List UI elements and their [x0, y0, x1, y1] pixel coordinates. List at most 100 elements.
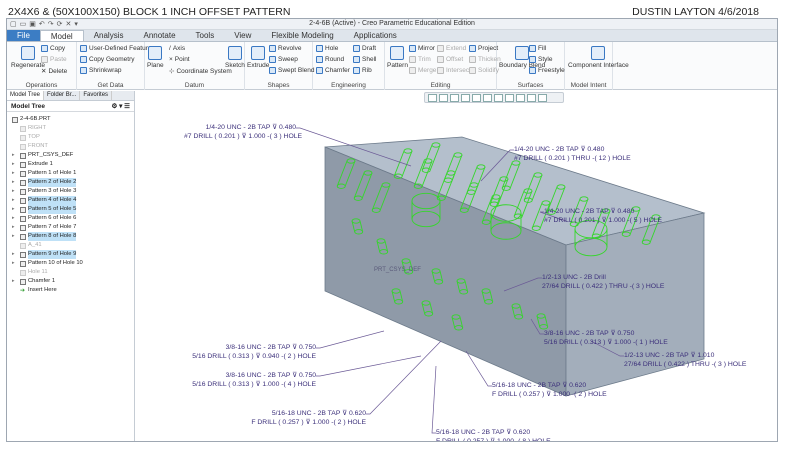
tab-applications[interactable]: Applications	[344, 30, 407, 41]
copy-geometry-button[interactable]: Copy Geometry	[80, 56, 135, 63]
expand-arrow-icon[interactable]: ▸	[12, 205, 18, 214]
expand-arrow-icon[interactable]: ▸	[12, 178, 18, 187]
extend-button[interactable]: Extend	[437, 45, 466, 52]
perspective-icon[interactable]	[505, 94, 514, 102]
expand-arrow-icon[interactable]: ▸	[12, 259, 18, 268]
hole-callout[interactable]: 5/16-18 UNC - 2B TAP ⊽ 0.620 F DRILL ( 0.…	[492, 381, 612, 399]
zoom-out-icon[interactable]	[450, 94, 459, 102]
fill-button[interactable]: Fill	[529, 45, 546, 52]
tab-tools[interactable]: Tools	[186, 30, 225, 41]
tree-settings-icons[interactable]: ⚙ ▾ ☰	[111, 102, 130, 110]
group-label-engineering[interactable]: Engineering	[313, 82, 384, 89]
thicken-button[interactable]: Thicken	[469, 56, 501, 63]
tab-favorites[interactable]: Favorites	[80, 91, 113, 100]
mirror-button[interactable]: Mirror	[409, 45, 435, 52]
tree-item[interactable]: ▸ Pattern 1 of Hole 1	[7, 169, 134, 178]
display-style-icon[interactable]	[472, 94, 481, 102]
extrude-button[interactable]: Extrude	[247, 46, 269, 69]
hole-button[interactable]: Hole	[316, 45, 338, 52]
spin-center-icon[interactable]	[538, 94, 547, 102]
point-button[interactable]: × Point	[169, 56, 190, 63]
expand-arrow-icon[interactable]: ▸	[12, 277, 18, 286]
tree-item[interactable]: ▸ Pattern 2 of Hole 2	[7, 178, 134, 187]
expand-arrow-icon[interactable]: ▸	[12, 223, 18, 232]
trim-button[interactable]: Trim	[409, 56, 431, 63]
paste-button[interactable]: Paste	[41, 56, 67, 63]
group-label-get-data[interactable]: Get Data	[77, 82, 144, 89]
tab-folder-browser[interactable]: Folder Br...	[44, 91, 81, 100]
tree-item[interactable]: 2-4-6B.PRT	[7, 115, 134, 124]
part-model-view[interactable]: PRT_CSYS_DEF	[136, 91, 778, 442]
expand-arrow-icon[interactable]: ▸	[12, 160, 18, 169]
graphics-area[interactable]: PRT_CSYS_DEF 1/4-20 UNC - 2B TAP ⊽ 0.480…	[136, 91, 778, 442]
refit-icon[interactable]	[428, 94, 437, 102]
draft-button[interactable]: Draft	[353, 45, 376, 52]
revolve-button[interactable]: Revolve	[269, 45, 301, 52]
tree-item[interactable]: ▸ PRT_CSYS_DEF	[7, 151, 134, 160]
group-label-editing[interactable]: Editing	[385, 82, 496, 89]
freestyle-button[interactable]: Freestyle	[529, 67, 565, 74]
offset-button[interactable]: Offset	[437, 56, 463, 63]
sweep-button[interactable]: Sweep	[269, 56, 298, 63]
axis-button[interactable]: / Axis	[169, 45, 185, 52]
tree-item[interactable]: ➔ Insert Here	[7, 286, 134, 295]
style-button[interactable]: Style	[529, 56, 552, 63]
rib-button[interactable]: Rib	[353, 67, 372, 74]
datum-display-icon[interactable]	[516, 94, 525, 102]
expand-arrow-icon[interactable]: ▸	[12, 187, 18, 196]
chamfer-button[interactable]: Chamfer	[316, 67, 350, 74]
hole-callout[interactable]: 1/2-13 UNC - 2B Drill 27/64 DRILL ( 0.422…	[542, 273, 664, 291]
round-button[interactable]: Round	[316, 56, 344, 63]
expand-arrow-icon[interactable]: ▸	[12, 169, 18, 178]
tab-view[interactable]: View	[224, 30, 261, 41]
shell-button[interactable]: Shell	[353, 56, 376, 63]
group-label-surfaces[interactable]: Surfaces	[497, 82, 564, 89]
group-label-model-intent[interactable]: Model Intent	[565, 82, 612, 89]
project-button[interactable]: Project	[469, 45, 498, 52]
tree-item[interactable]: ▸ Pattern 7 of Hole 7	[7, 223, 134, 232]
hole-callout[interactable]: 3/8-16 UNC - 2B TAP ⊽ 0.750 5/16 DRILL ( …	[176, 343, 316, 361]
tab-annotate[interactable]: Annotate	[133, 30, 185, 41]
hole-callout[interactable]: 3/8-16 UNC - 2B TAP ⊽ 0.750 5/16 DRILL ( …	[176, 371, 316, 389]
plane-button[interactable]: Plane	[147, 46, 164, 69]
expand-arrow-icon[interactable]: ▸	[12, 232, 18, 241]
expand-arrow-icon[interactable]: ▸	[12, 151, 18, 160]
tab-model[interactable]: Model	[39, 30, 84, 41]
hole-callout[interactable]: 3/8-16 UNC - 2B TAP ⊽ 0.750 5/16 DRILL ( …	[544, 329, 679, 347]
swept-blend-button[interactable]: Swept Blend	[269, 67, 315, 74]
pattern-button[interactable]: Pattern	[387, 46, 408, 69]
tree-item[interactable]: FRONT	[7, 142, 134, 151]
tree-item[interactable]: Hole 11	[7, 268, 134, 277]
saved-views-icon[interactable]	[483, 94, 492, 102]
hole-callout[interactable]: 1/4-20 UNC - 2B TAP ⊽ 0.480 #7 DRILL ( 0.…	[544, 207, 674, 225]
tree-item[interactable]: ▸ Pattern 5 of Hole 5	[7, 205, 134, 214]
sketch-button[interactable]: Sketch	[225, 46, 245, 69]
view-manager-icon[interactable]	[494, 94, 503, 102]
tree-item[interactable]: RIGHT	[7, 124, 134, 133]
zoom-in-icon[interactable]	[439, 94, 448, 102]
coordinate-system-button[interactable]: ⊹ Coordinate System	[169, 67, 232, 76]
intersect-button[interactable]: Intersect	[437, 67, 471, 74]
tree-item[interactable]: A_41	[7, 241, 134, 250]
tab-file[interactable]: File	[7, 30, 40, 41]
hole-callout[interactable]: 1/4-20 UNC - 2B TAP ⊽ 0.480 #7 DRILL ( 0.…	[184, 123, 302, 141]
group-label-operations[interactable]: Operations	[7, 82, 76, 89]
hole-callout[interactable]: 5/16-18 UNC - 2B TAP ⊽ 0.620 F DRILL ( 0.…	[436, 428, 556, 441]
tree-item[interactable]: ▸ Chamfer 1	[7, 277, 134, 286]
shrinkwrap-button[interactable]: Shrinkwrap	[80, 67, 122, 74]
tab-model-tree[interactable]: Model Tree	[7, 91, 45, 100]
expand-arrow-icon[interactable]: ▸	[12, 196, 18, 205]
tree-item[interactable]: TOP	[7, 133, 134, 142]
group-label-shapes[interactable]: Shapes	[245, 82, 312, 89]
hole-callout[interactable]: 1/4-20 UNC - 2B TAP ⊽ 0.480 #7 DRILL ( 0.…	[514, 145, 634, 163]
tree-item[interactable]: ▸ Pattern 9 of Hole 9	[7, 250, 134, 259]
annotation-display-icon[interactable]	[527, 94, 536, 102]
tab-analysis[interactable]: Analysis	[84, 30, 134, 41]
tree-item[interactable]: ▸ Extrude 1	[7, 160, 134, 169]
group-label-datum[interactable]: Datum	[145, 82, 244, 89]
regenerate-button[interactable]: Regenerate	[11, 46, 45, 69]
copy-button[interactable]: Copy	[41, 45, 65, 52]
tree-item[interactable]: ▸ Pattern 10 of Hole 10	[7, 259, 134, 268]
delete-button[interactable]: ✕ Delete	[41, 67, 67, 76]
repaint-icon[interactable]	[461, 94, 470, 102]
